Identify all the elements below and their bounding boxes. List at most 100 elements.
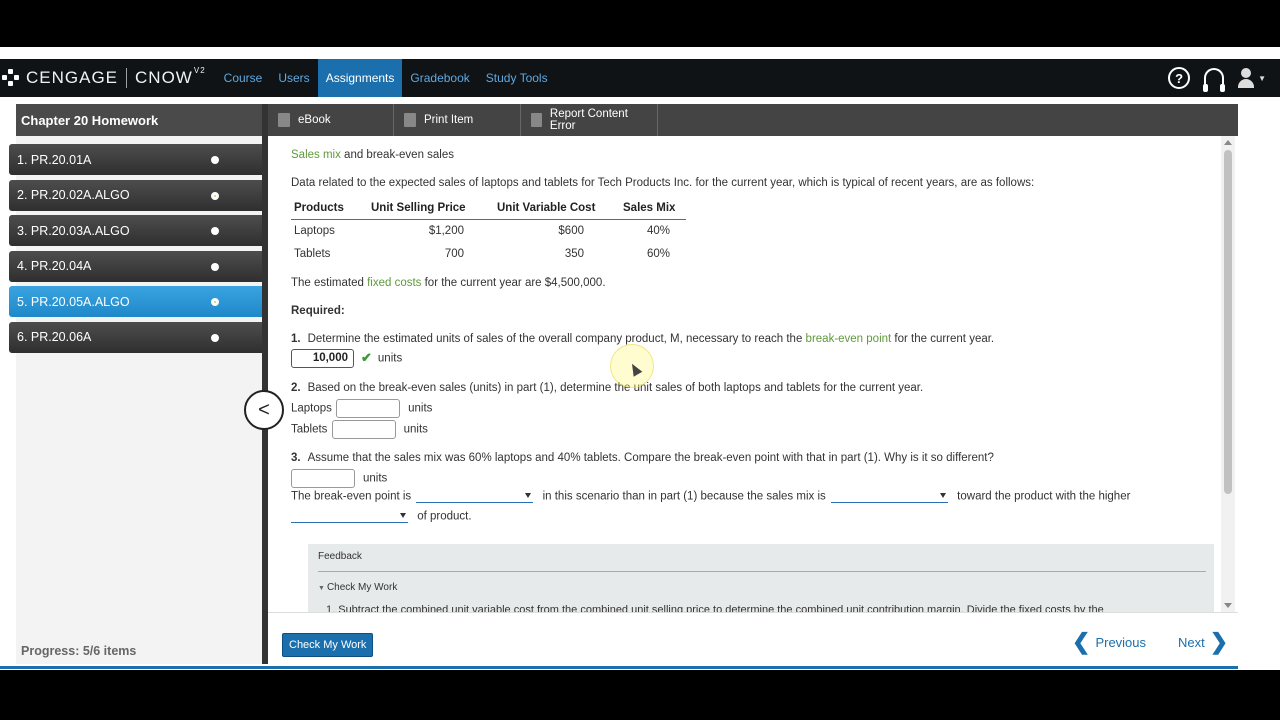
- feedback-title: Feedback: [318, 551, 362, 562]
- checkmark-icon: ✔: [361, 349, 372, 365]
- product-name: CNOWV2: [135, 66, 206, 87]
- question-1: 1. Determine the estimated units of sales…: [291, 333, 995, 345]
- bottom-bar: Check My Work ❮ Previous Next ❯: [268, 612, 1238, 664]
- nav-tab-users[interactable]: Users: [270, 59, 317, 97]
- headset-icon[interactable]: [1203, 68, 1226, 92]
- sidebar-item-label: 1. PR.20.01A: [17, 152, 92, 167]
- print-icon: [404, 113, 416, 127]
- bottom-accent-line: [0, 666, 1238, 669]
- check-my-work-button[interactable]: Check My Work: [282, 633, 374, 657]
- chevron-right-icon: ❯: [1209, 629, 1229, 654]
- shift-select[interactable]: [830, 490, 948, 503]
- browser-strip: [0, 0, 1280, 47]
- chevron-left-icon: <: [258, 398, 270, 421]
- sidebar-item-6[interactable]: 6. PR.20.06A: [9, 321, 262, 353]
- sidebar-item-2[interactable]: 2. PR.20.02A.ALGO: [9, 179, 262, 211]
- column-header: Unit Selling Price: [368, 198, 494, 220]
- break-even-link[interactable]: break-even point: [806, 333, 892, 345]
- cengage-logo-icon: [2, 69, 20, 87]
- sidebar-item-4[interactable]: 4. PR.20.04A: [9, 250, 262, 282]
- ebook-label: eBook: [298, 114, 331, 126]
- fixed-costs-text: The estimated fixed costs for the curren…: [291, 277, 606, 289]
- table-row: Laptops $1,200 $600 40%: [294, 225, 670, 237]
- problem-content: Sales mix and break-even sales Data rela…: [268, 136, 1221, 612]
- nav-tab-assignments[interactable]: Assignments: [317, 59, 403, 97]
- problem-heading: Sales mix and break-even sales: [291, 149, 455, 161]
- book-icon: [278, 113, 290, 127]
- feedback-divider: [318, 571, 1206, 572]
- user-menu[interactable]: ▼: [1238, 68, 1266, 88]
- app-nav: CENGAGE CNOWV2 Course Users Assignments …: [0, 59, 1280, 97]
- tablets-units-input[interactable]: [331, 420, 396, 439]
- report-error-button[interactable]: Report Content Error: [521, 104, 658, 136]
- chevron-down-icon: [939, 493, 946, 498]
- fixed-costs-link[interactable]: fixed costs: [367, 277, 421, 289]
- sidebar-item-1[interactable]: 1. PR.20.01A: [9, 144, 262, 175]
- collapse-sidebar-button[interactable]: <: [244, 390, 284, 430]
- comparison-select[interactable]: [416, 490, 534, 503]
- brand[interactable]: CENGAGE CNOWV2: [0, 59, 206, 97]
- status-dot-icon: [211, 298, 219, 306]
- measure-select[interactable]: [291, 510, 408, 523]
- status-dot-icon: [211, 227, 219, 235]
- sidebar-item-label: 2. PR.20.02A.ALGO: [17, 188, 130, 202]
- nav-tabs: Course Users Assignments Gradebook Study…: [216, 59, 556, 97]
- question-2: 2. Based on the break-even sales (units) …: [291, 382, 924, 394]
- chevron-down-icon: [525, 493, 532, 498]
- content-scrollbar[interactable]: [1221, 136, 1235, 612]
- check-my-work-toggle[interactable]: Check My Work: [318, 582, 397, 593]
- sidebar-item-5[interactable]: 5. PR.20.05A.ALGO: [9, 286, 262, 317]
- item-list: 1. PR.20.01A 2. PR.20.02A.ALGO 3. PR.20.…: [9, 144, 262, 357]
- ebook-button[interactable]: eBook: [268, 104, 394, 136]
- help-icon[interactable]: ?: [1168, 67, 1191, 89]
- nav-tab-study-tools[interactable]: Study Tools: [478, 59, 556, 97]
- question-2-laptops-row: Laptops units: [291, 399, 432, 418]
- progress-text: Progress: 5/6 items: [21, 644, 137, 658]
- bookmark-bar: [0, 47, 1280, 59]
- nav-tab-gradebook[interactable]: Gradebook: [402, 59, 477, 97]
- column-header: Unit Variable Cost: [494, 198, 620, 220]
- question-3-sentence-row: The break-even point is in this scenario…: [291, 490, 1131, 503]
- question-3: 3. Assume that the sales mix was 60% lapt…: [291, 452, 994, 464]
- q3-units-input[interactable]: [291, 469, 355, 488]
- sidebar-item-label: 6. PR.20.06A: [17, 330, 92, 344]
- question-2-tablets-row: Tablets units: [291, 420, 428, 439]
- print-item-button[interactable]: Print Item: [394, 104, 521, 136]
- sidebar-item-label: 3. PR.20.03A.ALGO: [17, 223, 130, 238]
- brand-separator: [126, 68, 128, 88]
- status-dot-icon: [211, 333, 219, 342]
- question-3-sentence-row-2: of product.: [291, 510, 472, 523]
- sales-mix-link[interactable]: Sales mix: [291, 149, 341, 161]
- report-icon: [531, 113, 542, 127]
- nav-tab-course[interactable]: Course: [216, 59, 271, 97]
- user-icon: [1238, 68, 1255, 88]
- scroll-down-icon[interactable]: [1224, 603, 1232, 608]
- table-row: Tablets 700 350 60%: [294, 248, 670, 260]
- next-button[interactable]: Next ❯: [1178, 631, 1228, 653]
- sidebar-title: Chapter 20 Homework: [16, 104, 262, 136]
- nav-right: ? ▼: [1168, 67, 1280, 92]
- scroll-thumb[interactable]: [1224, 150, 1232, 494]
- status-dot-icon: [211, 191, 219, 200]
- laptops-units-input[interactable]: [336, 399, 401, 418]
- data-table: Products Unit Selling Price Unit Variabl…: [291, 198, 686, 266]
- required-heading: Required:: [291, 305, 345, 317]
- brand-name: CENGAGE: [26, 68, 119, 87]
- status-dot-icon: [211, 262, 219, 271]
- bottom-black-area: [0, 670, 1280, 720]
- sidebar-item-3[interactable]: 3. PR.20.03A.ALGO: [9, 215, 262, 246]
- chevron-down-icon: ▼: [1258, 73, 1266, 83]
- scroll-up-icon[interactable]: [1224, 140, 1232, 145]
- column-header: Sales Mix: [620, 198, 686, 220]
- question-1-answer-row: 10,000 ✔ units: [291, 349, 402, 368]
- sidebar-item-label: 5. PR.20.05A.ALGO: [17, 294, 130, 309]
- sidebar-item-label: 4. PR.20.04A: [17, 259, 92, 273]
- previous-button[interactable]: ❮ Previous: [1072, 631, 1146, 653]
- q1-units-input[interactable]: 10,000: [291, 349, 354, 368]
- column-header: Products: [291, 198, 368, 220]
- problem-intro: Data related to the expected sales of la…: [291, 177, 1035, 189]
- report-label: Report Content Error: [549, 108, 628, 132]
- frame-edge: [1246, 97, 1280, 670]
- feedback-text: 1. Subtract the combined unit variable c…: [326, 604, 1104, 612]
- print-label: Print Item: [424, 114, 474, 126]
